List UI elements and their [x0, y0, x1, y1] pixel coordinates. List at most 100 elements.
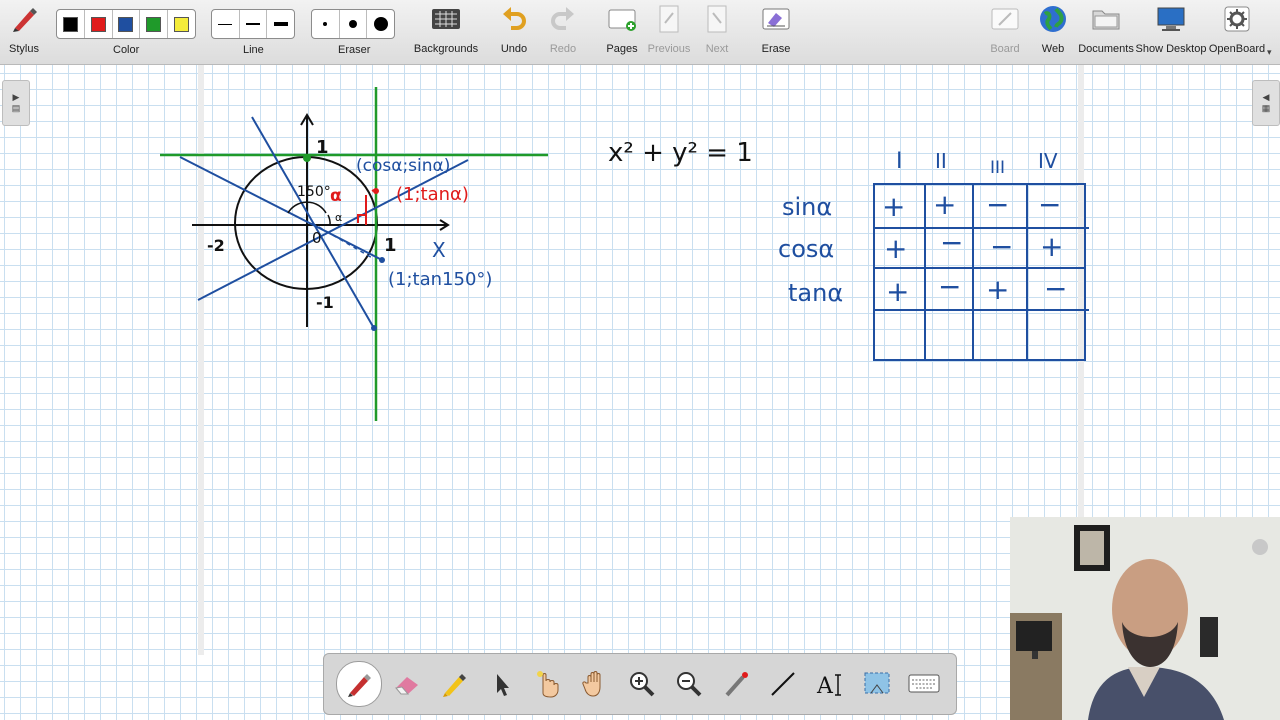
label-x-left: -2 — [207, 236, 225, 255]
svg-text:A: A — [816, 674, 834, 699]
line-tool-button[interactable] — [761, 662, 805, 706]
label-x-right: 1 — [384, 235, 397, 256]
color-blue-swatch[interactable] — [113, 10, 141, 38]
undo-button[interactable]: Undo — [497, 4, 531, 62]
color-red-swatch[interactable] — [85, 10, 113, 38]
laser-pointer-icon — [725, 672, 748, 697]
documents-button[interactable]: Documents — [1078, 4, 1134, 62]
capture-icon — [864, 672, 890, 694]
hand-tool-button[interactable] — [573, 662, 617, 706]
text-tool-button[interactable]: A — [808, 662, 852, 706]
label-tan150-point: (1;tan150°) — [388, 269, 492, 290]
line-label: Line — [243, 44, 264, 56]
sign-cell: + — [933, 188, 956, 221]
gear-icon — [1222, 4, 1252, 34]
show-desktop-button[interactable]: Show Desktop — [1136, 4, 1206, 62]
selector-icon — [497, 674, 509, 696]
backgrounds-button[interactable]: Backgrounds — [414, 4, 478, 62]
undo-icon — [499, 4, 529, 34]
eraser-label: Eraser — [338, 44, 371, 56]
label-y-top: 1 — [316, 137, 329, 158]
color-yellow-swatch[interactable] — [168, 10, 195, 38]
point-tan-alpha — [373, 188, 379, 194]
grid-background-icon — [431, 4, 461, 34]
pen-tool-button[interactable] — [336, 661, 382, 707]
label-angle-150: 150° — [297, 184, 331, 200]
marker-tool-button[interactable] — [432, 662, 476, 706]
eraser-small-button[interactable] — [312, 10, 340, 38]
quadrant-header: IV — [1038, 149, 1058, 173]
board-button[interactable]: Board — [988, 4, 1022, 62]
zoom-out-tool-button[interactable] — [667, 662, 711, 706]
folder-icon — [1091, 4, 1121, 34]
zoom-in-tool-button[interactable] — [620, 662, 664, 706]
label-y-bottom: -1 — [316, 293, 334, 312]
unit-circle-diagram: 1 -2 0 1 X -1 150° α α (cosα;sinα) (1;ta… — [160, 87, 548, 421]
redo-icon — [548, 4, 578, 34]
quadrant-header: II — [935, 149, 947, 173]
pages-button[interactable]: Pages — [604, 4, 640, 62]
pen-icon — [348, 674, 371, 697]
circle-equation: x² + y² = 1 — [608, 138, 753, 168]
line-icon — [771, 672, 795, 696]
redo-button[interactable]: Redo — [546, 4, 580, 62]
eraser-tool-button[interactable] — [385, 662, 429, 706]
label-small-alpha: α — [335, 211, 342, 224]
sign-table: I II III IV sinα cosα tanα + + − − + − −… — [778, 149, 1089, 361]
erase-board-icon — [761, 4, 791, 34]
interactor-tool-button[interactable] — [526, 662, 570, 706]
openboard-menu-button[interactable]: OpenBoard — [1209, 4, 1265, 62]
next-page-icon — [702, 4, 732, 34]
interactor-icon — [537, 671, 559, 698]
sign-cell: + — [986, 273, 1009, 306]
sign-cell: − — [990, 230, 1013, 263]
eraser-size-group — [311, 9, 395, 39]
label-origin: 0 — [312, 229, 322, 247]
erase-button[interactable]: Erase — [759, 4, 793, 62]
previous-page-icon — [654, 4, 684, 34]
line-medium-button[interactable] — [240, 10, 268, 38]
marker-icon — [443, 674, 466, 697]
stylus-button[interactable]: Stylus — [6, 4, 42, 62]
keyboard-icon — [908, 674, 940, 693]
sign-cell: + — [886, 275, 909, 308]
point-lower — [371, 325, 377, 331]
zoom-out-icon — [677, 672, 702, 697]
row-label-tan: tanα — [788, 279, 843, 307]
previous-page-button[interactable]: Previous — [648, 4, 690, 62]
sign-cell: − — [986, 188, 1009, 221]
label-tan-point: (1;tanα) — [396, 184, 469, 205]
color-black-swatch[interactable] — [57, 10, 85, 38]
sign-cell: − — [938, 270, 961, 303]
sign-cell: + — [884, 232, 907, 265]
menu-dropdown-icon[interactable]: ▾ — [1267, 47, 1272, 58]
presenter-video — [1010, 517, 1280, 720]
color-green-swatch[interactable] — [140, 10, 169, 38]
line-thick-button[interactable] — [267, 10, 294, 38]
desktop-icon — [1156, 4, 1186, 34]
next-page-button[interactable]: Next — [700, 4, 734, 62]
zoom-in-icon — [630, 672, 655, 697]
eraser-large-button[interactable] — [367, 10, 394, 38]
laser-pointer-tool-button[interactable] — [714, 662, 758, 706]
hand-icon — [582, 671, 601, 697]
floating-tool-palette: A — [323, 653, 957, 715]
board-icon — [990, 4, 1020, 34]
eraser-icon — [395, 677, 418, 695]
web-button[interactable]: Web — [1036, 4, 1070, 62]
line-thin-button[interactable] — [212, 10, 240, 38]
quadrant-header: III — [990, 158, 1005, 178]
sign-cell: − — [1044, 272, 1067, 305]
webcam-overlay — [1010, 517, 1280, 720]
eraser-medium-button[interactable] — [340, 10, 368, 38]
row-label-sin: sinα — [782, 193, 832, 221]
sign-cell: + — [1040, 230, 1063, 263]
selector-tool-button[interactable] — [479, 662, 523, 706]
add-page-icon — [607, 4, 637, 34]
sign-cell: + — [882, 190, 905, 223]
virtual-keyboard-button[interactable] — [902, 662, 946, 706]
capture-tool-button[interactable] — [855, 662, 899, 706]
line-width-group — [211, 9, 295, 39]
main-toolbar: Stylus Color Line Eraser Backgrounds Und… — [0, 0, 1280, 65]
color-palette — [56, 9, 196, 39]
